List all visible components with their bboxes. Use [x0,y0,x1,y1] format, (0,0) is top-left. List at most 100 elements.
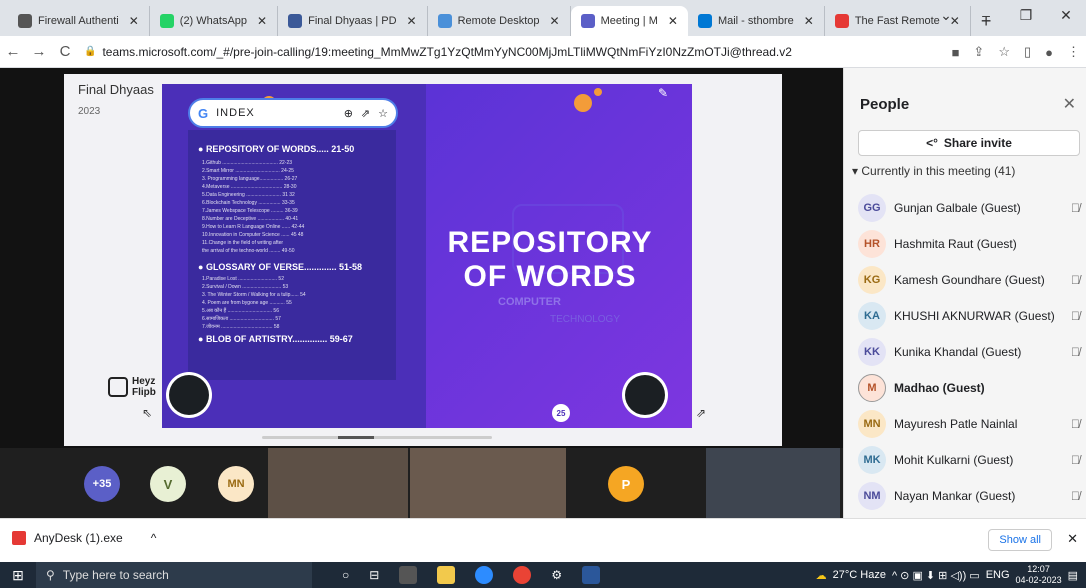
bookmark-star-icon[interactable]: ☆ [998,44,1010,60]
toc-item[interactable]: 4. Poem are from bygone age ........... … [202,300,292,306]
toc-item[interactable]: 6.सामाजिकता ............................… [202,316,281,322]
share-icon: <° [926,136,938,150]
tab-title: (2) WhatsApp [179,15,248,27]
toc-item[interactable]: 11.Change in the field of writing after [202,240,283,246]
tab-search-icon[interactable]: ⌄ [926,7,966,24]
chrome-icon[interactable] [513,566,532,584]
participant-row[interactable]: MN Mayuresh Patle Nainlal 🎙̸ [858,406,1080,442]
toc-item[interactable]: 4.Metaverse ............................… [202,184,296,190]
index-search-bar[interactable]: G INDEX ⊕ ⇗ ☆ [188,98,398,128]
windows-start-icon[interactable]: ⊞ [0,567,36,584]
tab-close-icon[interactable]: ✕ [407,14,417,28]
reload-icon[interactable]: C [52,43,78,60]
cover-title-line-2: OF WORDS [463,260,637,293]
more-participants-button[interactable]: +35 [84,466,120,502]
toc-item[interactable]: 10.Innovation in Computer Science ......… [202,232,303,238]
profile-icon[interactable]: ● [1045,45,1053,60]
tab-close-icon[interactable]: ✕ [129,14,139,28]
toc-item[interactable]: 2.Survival / Down ......................… [202,284,288,290]
tray-icons[interactable]: ^ ⊙ ▣ ⬇ ⊞ ◁)) ▭ [892,569,980,582]
toc-heading-3: ● BLOB OF ARTISTRY.............. 59-67 [198,334,353,344]
toc-item[interactable]: 3. The Winter Storm / Walking for a tuli… [202,292,306,298]
participant-row[interactable]: KK Kunika Khandal (Guest) 🎙̸ [858,334,1080,370]
participant-row[interactable]: KG Kamesh Goundhare (Guest) 🎙̸ [858,262,1080,298]
taskbar-search[interactable]: ⚲ Type here to search [36,562,312,588]
share-invite-button[interactable]: <° Share invite [858,130,1080,156]
participant-row[interactable]: GG Gunjan Galbale (Guest) 🎙̸ [858,190,1080,226]
toc-item[interactable]: 5.Data Engineering .....................… [202,192,295,198]
participant-avatar: MN [218,466,254,502]
star-icon[interactable]: ☆ [378,107,388,120]
zoom-icon[interactable]: ⊕ [344,107,353,120]
toc-item[interactable]: 7.James Webspace Telescope ......... 36-… [202,208,298,214]
browser-tab[interactable]: Mail - sthombre ✕ [688,6,825,36]
toc-item[interactable]: the arrival of the techno-world ........… [202,248,295,254]
toc-item[interactable]: 2.Smart Mirror .........................… [202,168,294,174]
settings-icon[interactable]: ⚙ [551,568,562,582]
toc-item[interactable]: 7.जीवनम ................................… [202,324,279,330]
sidebar-icon[interactable]: ▯ [1024,44,1031,60]
restore-button[interactable]: ❐ [1006,7,1046,24]
tab-close-icon[interactable]: ✕ [550,14,560,28]
share-arrow-icon[interactable]: ⇗ [361,107,370,120]
share-invite-label: Share invite [943,136,1012,150]
zoom-app-icon[interactable] [475,566,494,584]
browser-tab[interactable]: Remote Desktop ✕ [428,6,571,36]
tab-close-icon[interactable]: ✕ [257,14,267,28]
people-title: People [860,96,910,113]
browser-tab[interactable]: Final Dhyaas | PD ✕ [278,6,428,36]
toc-item[interactable]: 8.Number are Deceptive .................… [202,216,298,222]
browser-tab[interactable]: Firewall Authenti ✕ [8,6,150,36]
download-item[interactable]: AnyDesk (1).exe ^ [12,531,156,545]
participant-video[interactable] [706,448,840,518]
word-icon[interactable] [582,566,601,584]
show-all-button[interactable]: Show all [988,529,1052,551]
toc-heading-2: ● GLOSSARY OF VERSE............. 51-58 [198,262,362,272]
task-view-icon[interactable]: ⊟ [369,568,379,582]
tab-close-icon[interactable]: ✕ [668,14,678,28]
close-panel-icon[interactable]: ✕ [1063,94,1076,114]
weather-text[interactable]: 27°C Haze [833,569,886,581]
participant-row[interactable]: HR Hashmita Raut (Guest) [858,226,1080,262]
toc-item[interactable]: 6.Blockchain Technology ................… [202,200,295,206]
url-field[interactable]: 🔒 teams.microsoft.com/_#/pre-join-callin… [84,45,792,59]
participant-row[interactable]: M Madhao (Guest) [858,370,1080,406]
language-indicator[interactable]: ENG [986,569,1010,581]
participant-video[interactable] [268,448,408,518]
participant-row[interactable]: NM Nayan Mankar (Guest) 🎙̸ [858,478,1080,514]
current-meeting-header[interactable]: ▾ Currently in this meeting (41) [852,164,1015,178]
toc-item[interactable]: 1.Paradise Lost ........................… [202,276,284,282]
cover-title: REPOSITORY OF WORDS [442,226,658,294]
file-explorer-icon[interactable] [437,566,456,584]
tab-close-icon[interactable]: ✕ [804,14,814,28]
edit-icon[interactable]: ✎ [658,86,668,100]
browser-tab[interactable]: (2) WhatsApp ✕ [150,6,279,36]
page-scrollbar[interactable] [262,436,492,439]
toc-item[interactable]: 1.Github ...............................… [202,160,292,166]
notifications-icon[interactable]: ▤ [1068,569,1078,582]
mic-muted-icon: 🎙̸ [1071,453,1080,467]
cover-technology-text: TECHNOLOGY [550,314,621,325]
toc-item[interactable]: 9.How to Learn R Language Online ...... … [202,224,304,230]
minimize-button[interactable]: – [966,7,1006,23]
share-icon[interactable]: ⇪ [973,44,984,60]
close-window-button[interactable]: ✕ [1046,7,1086,24]
toc-item[interactable]: 5.अब कौन हैं ...........................… [202,308,279,314]
menu-icon[interactable]: ⋮ [1067,44,1080,60]
forward-icon[interactable]: → [26,43,52,60]
chevron-up-icon[interactable]: ^ [151,531,157,545]
participant-video[interactable] [410,448,566,518]
participant-row[interactable]: MK Mohit Kulkarni (Guest) 🎙̸ [858,442,1080,478]
cortana-icon[interactable]: ○ [342,568,349,582]
browser-tab[interactable]: Meeting | M ✕ [570,6,688,36]
page-badge: 25 [552,404,570,422]
clock[interactable]: 12:07 04-02-2023 [1016,564,1062,586]
next-page-icon[interactable]: ⇗ [696,406,706,420]
camera-app-icon[interactable] [399,566,418,584]
toc-item[interactable]: 3. Programming language.................… [202,176,297,182]
prev-page-icon[interactable]: ⇖ [142,406,152,420]
close-download-bar-icon[interactable]: ✕ [1067,531,1078,547]
participant-row[interactable]: KA KHUSHI AKNURWAR (Guest) 🎙̸ [858,298,1080,334]
back-icon[interactable]: ← [0,43,26,60]
camera-icon[interactable]: ■ [952,45,960,60]
